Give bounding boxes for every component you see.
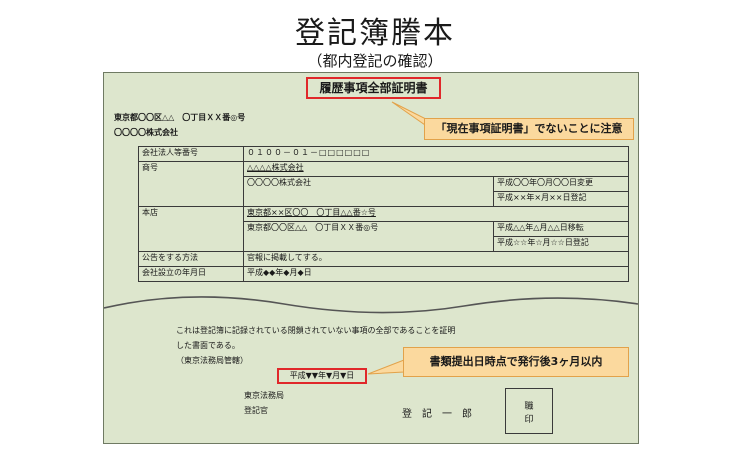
table-label: 会社法人等番号 xyxy=(138,146,244,162)
callout-note: 「現在事項証明書」でないことに注意 xyxy=(424,118,634,140)
table-date: 平成☆☆年☆月☆☆日登記 xyxy=(492,236,630,252)
table-value: 平成◆◆年◆月◆日 xyxy=(242,266,630,282)
table-label: 会社設立の年月日 xyxy=(138,266,244,282)
table-label: 公告をする方法 xyxy=(138,251,244,267)
callout-pointer xyxy=(367,359,405,375)
table-label: 本店 xyxy=(138,206,244,252)
seal-text: 印 xyxy=(524,415,534,425)
official-seal: 職 印 xyxy=(505,388,553,434)
table-date: 平成△△年△月△△日移転 xyxy=(492,221,630,237)
legal-office: 東京法務局 xyxy=(244,391,284,400)
table-date: 平成××年×月××日登記 xyxy=(492,191,630,207)
page-subtitle: （都内登記の確認） xyxy=(307,52,443,70)
table-value: 〇〇〇〇株式会社 xyxy=(243,176,494,207)
company-address: 東京都〇〇区△△ 〇丁目ＸＸ番◎号 xyxy=(114,113,246,122)
certification-text: これは登記簿に記録されている閉鎖されていない事項の全部であることを証明 xyxy=(176,326,456,335)
registry-table: 会社法人等番号 ０１００－０１－□□□□□□ 商号 △△△△株式会社 〇〇〇〇株… xyxy=(138,146,630,282)
company-name: 〇〇〇〇株式会社 xyxy=(114,128,178,137)
callout-note: 書類提出日時点で発行後3ヶ月以内 xyxy=(403,347,629,377)
table-value: △△△△株式会社 xyxy=(242,161,630,177)
bureau-note: （東京法務局管轄） xyxy=(176,356,248,365)
page-title: 登記簿謄本 xyxy=(295,16,455,51)
document-type-title: 履歴事項全部証明書 xyxy=(306,77,441,99)
registrar-name: 登 記 一 郎 xyxy=(402,409,472,420)
certificate-date: 平成▼▼年▼月▼日 xyxy=(277,368,367,384)
table-label: 商号 xyxy=(138,161,244,207)
wavy-divider xyxy=(104,296,638,314)
table-value: 官報に掲載してする。 xyxy=(242,251,630,267)
table-value: 東京都××区〇〇 〇丁目△△番☆号 xyxy=(242,206,630,222)
table-value: ０１００－０１－□□□□□□ xyxy=(242,146,630,162)
table-value: 東京都〇〇区△△ 〇丁目ＸＸ番◎号 xyxy=(243,221,494,252)
registrar-title: 登記官 xyxy=(244,406,268,415)
table-date: 平成〇〇年〇月〇〇日変更 xyxy=(492,176,630,192)
certification-text: した書面である。 xyxy=(176,341,240,350)
seal-text: 職 xyxy=(524,402,534,412)
